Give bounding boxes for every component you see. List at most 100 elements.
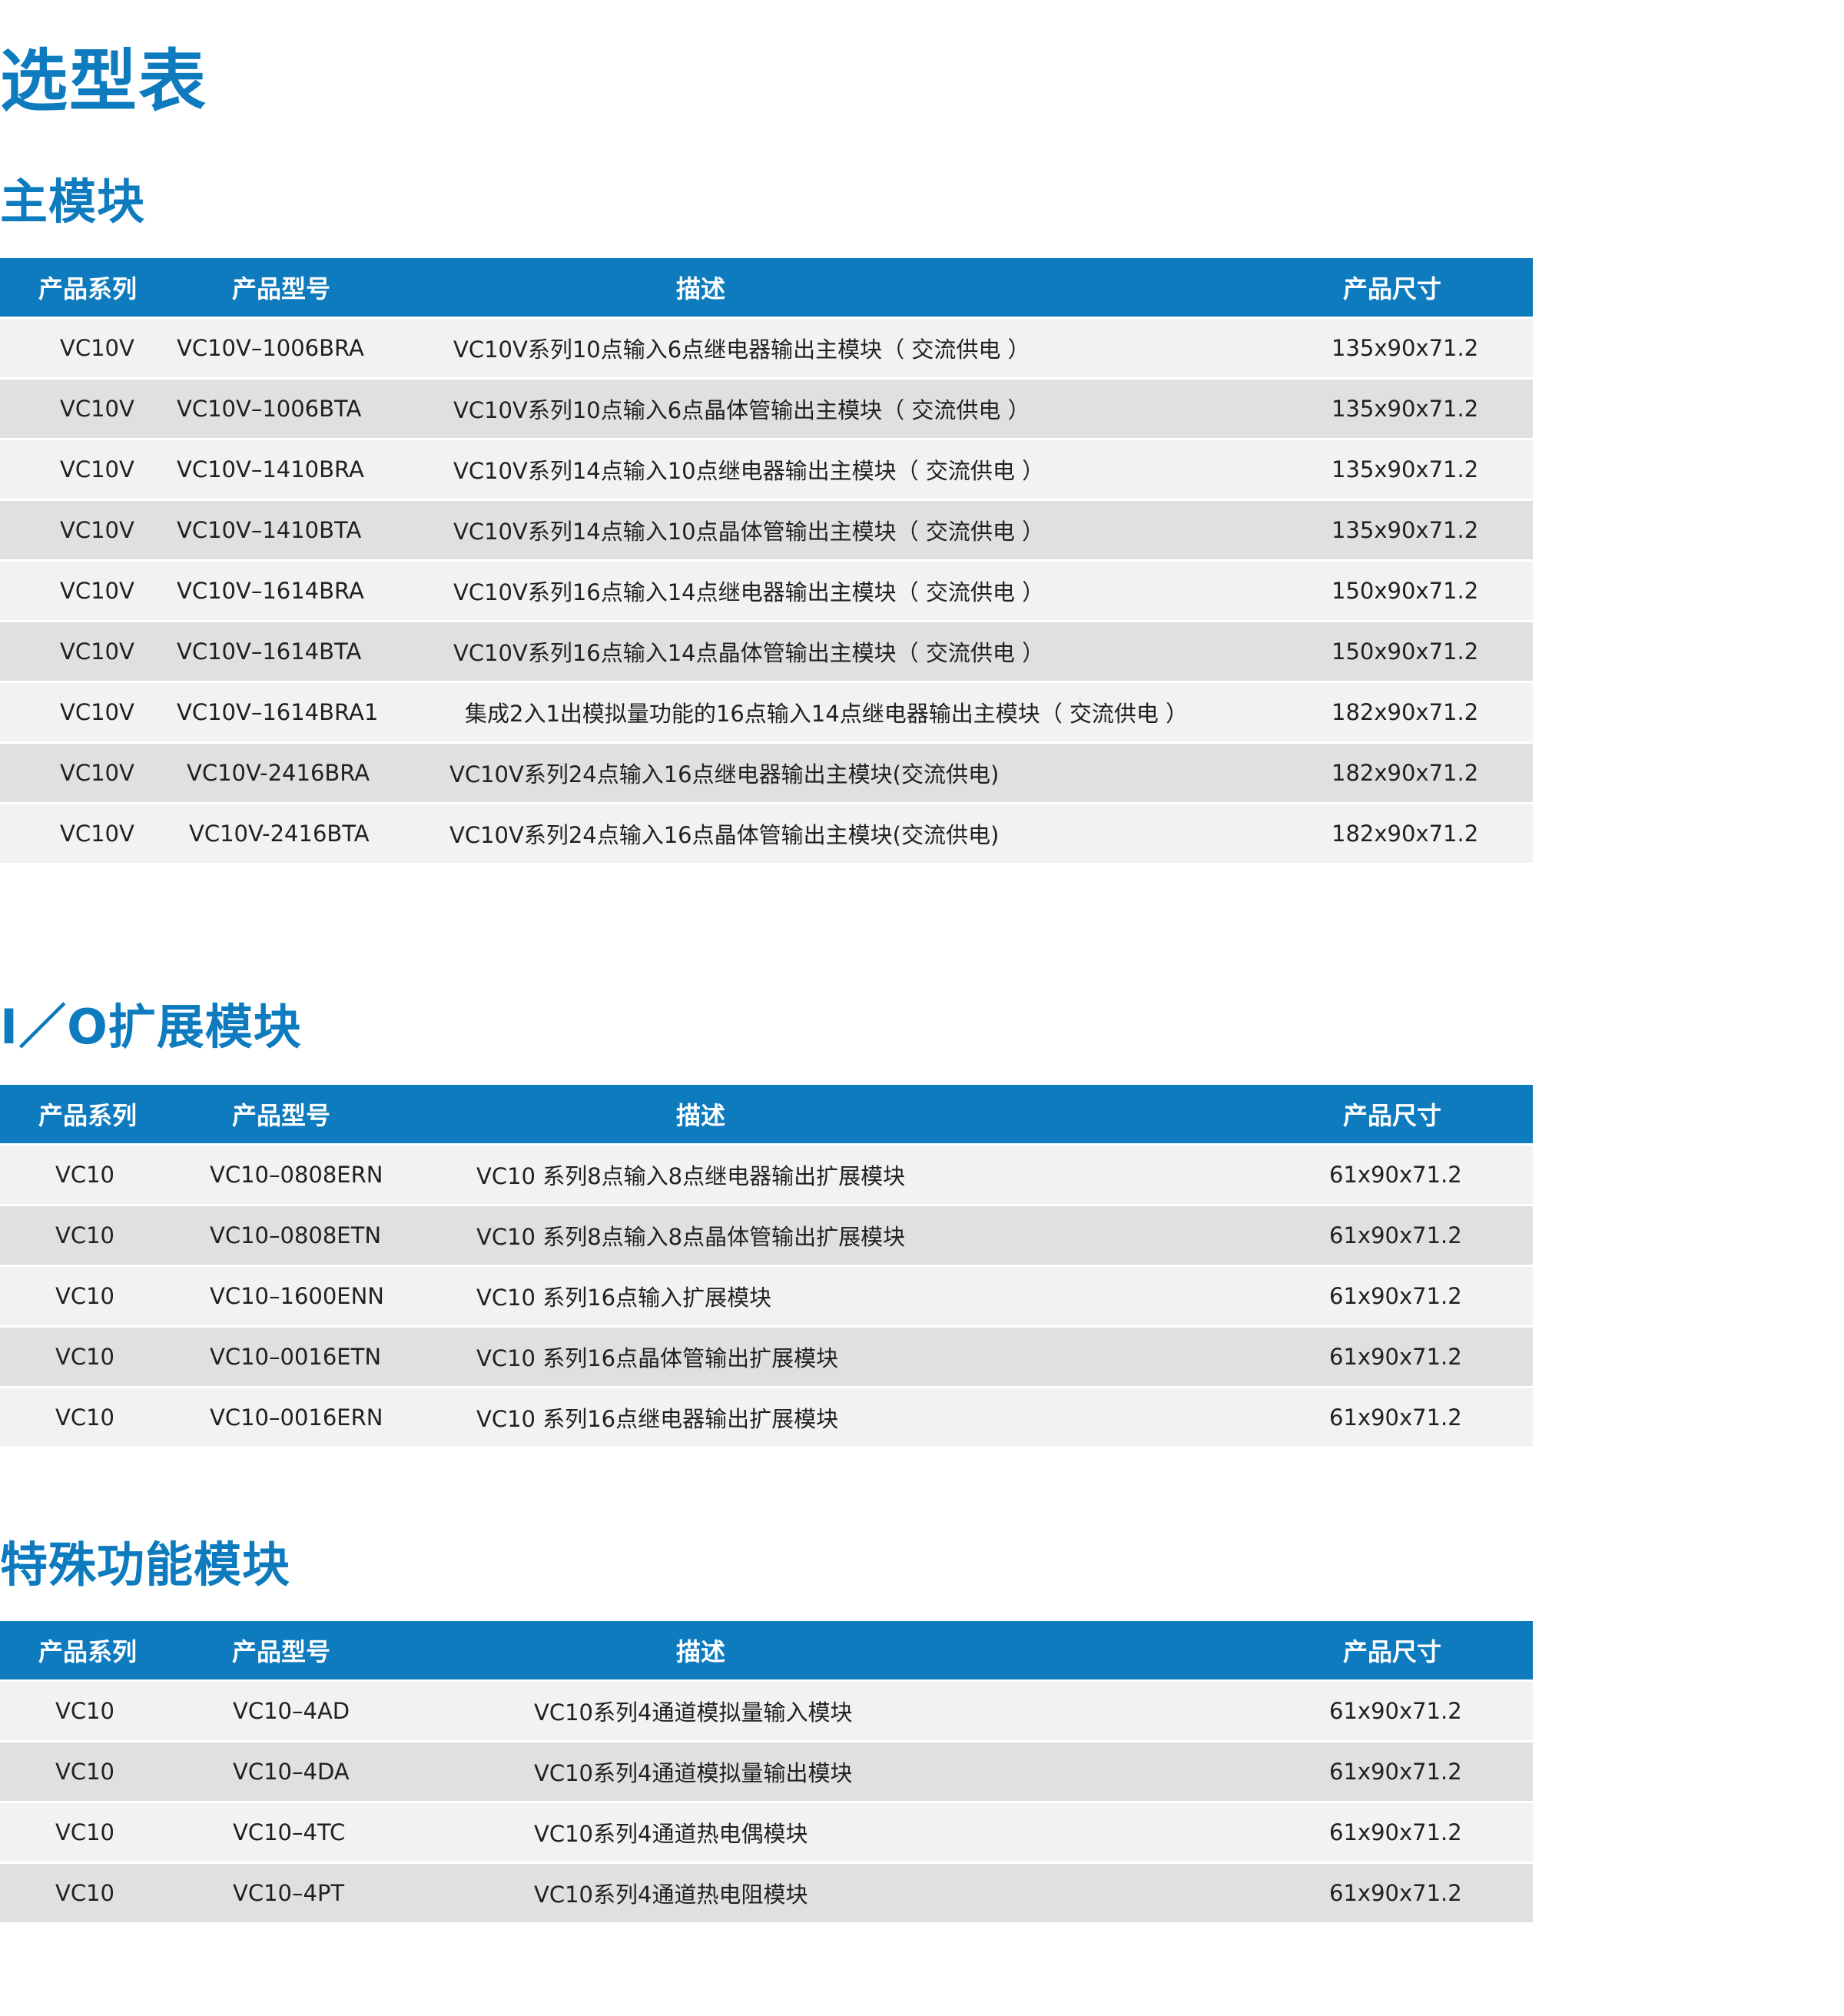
header-size: 产品尺寸 — [1343, 274, 1442, 303]
cell-description: VC10系列4通道模拟量输入模块 — [534, 1699, 853, 1726]
cell-series: VC10V — [60, 578, 134, 604]
section-title-special-function: 特殊功能模块 — [0, 1537, 291, 1593]
cell-series: VC10 — [55, 1819, 114, 1845]
cell-model: VC10V-2416BTA — [189, 821, 370, 847]
cell-series: VC10V — [60, 517, 134, 543]
cell-description: VC10V系列16点输入14点继电器输出主模块（ 交流供电 ） — [453, 579, 1045, 605]
cell-size: 61x90x71.2 — [1329, 1222, 1462, 1248]
cell-model: VC10–4TC — [233, 1819, 346, 1845]
cell-model: VC10V-2416BRA — [187, 760, 370, 786]
cell-description: VC10 系列16点继电器输出扩展模块 — [476, 1406, 839, 1432]
table-row: VC10 VC10–4PT VC10系列4通道热电阻模块 61x90x71.2 — [0, 1864, 1533, 1922]
header-description: 描述 — [676, 1101, 726, 1130]
cell-description: VC10V系列14点输入10点继电器输出主模块（ 交流供电 ） — [453, 458, 1045, 484]
cell-description: 集成2入1出模拟量功能的16点输入14点继电器输出主模块（ 交流供电 ） — [465, 701, 1189, 727]
cell-model: VC10–0016ERN — [210, 1404, 383, 1431]
table-row: VC10 VC10–0016ERN VC10 系列16点继电器输出扩展模块 61… — [0, 1388, 1533, 1447]
table-row: VC10V VC10V–1410BRA VC10V系列14点输入10点继电器输出… — [0, 440, 1533, 499]
cell-series: VC10 — [55, 1698, 114, 1724]
table-row: VC10 VC10–0016ETN VC10 系列16点晶体管输出扩展模块 61… — [0, 1328, 1533, 1386]
table-header: 产品系列 产品型号 描述 产品尺寸 — [0, 1085, 1533, 1143]
table-row: VC10V VC10V–1614BRA VC10V系列16点输入14点继电器输出… — [0, 562, 1533, 620]
cell-series: VC10 — [55, 1404, 114, 1431]
header-model: 产品型号 — [232, 1101, 331, 1130]
cell-model: VC10–0016ETN — [210, 1344, 382, 1370]
cell-description: VC10V系列24点输入16点晶体管输出主模块(交流供电) — [449, 822, 1000, 848]
cell-description: VC10V系列10点输入6点晶体管输出主模块（ 交流供电 ） — [453, 397, 1030, 423]
cell-size: 135x90x71.2 — [1332, 517, 1479, 543]
cell-model: VC10–4PT — [233, 1880, 345, 1906]
cell-series: VC10 — [55, 1759, 114, 1785]
cell-description: VC10系列4通道热电阻模块 — [534, 1882, 808, 1908]
cell-model: VC10–0808ERN — [210, 1162, 383, 1188]
cell-model: VC10V–1006BTA — [177, 396, 362, 422]
cell-series: VC10 — [55, 1344, 114, 1370]
cell-size: 61x90x71.2 — [1329, 1404, 1462, 1431]
io-expansion-table: 产品系列 产品型号 描述 产品尺寸 VC10 VC10–0808ERN VC10… — [0, 1085, 1533, 1447]
header-series: 产品系列 — [38, 1101, 138, 1130]
cell-model: VC10V–1410BRA — [177, 456, 364, 482]
cell-series: VC10V — [60, 699, 134, 725]
cell-description: VC10 系列16点输入扩展模块 — [476, 1285, 772, 1311]
cell-model: VC10V–1410BTA — [177, 517, 362, 543]
table-row: VC10 VC10–4AD VC10系列4通道模拟量输入模块 61x90x71.… — [0, 1682, 1533, 1740]
header-size: 产品尺寸 — [1343, 1637, 1442, 1666]
cell-size: 61x90x71.2 — [1329, 1698, 1462, 1724]
table-header: 产品系列 产品型号 描述 产品尺寸 — [0, 1621, 1533, 1679]
cell-description: VC10 系列16点晶体管输出扩展模块 — [476, 1345, 839, 1371]
cell-series: VC10 — [55, 1162, 114, 1188]
cell-series: VC10V — [60, 760, 134, 786]
table-row: VC10V VC10V–1614BTA VC10V系列16点输入14点晶体管输出… — [0, 622, 1533, 681]
header-description: 描述 — [676, 274, 726, 303]
table-row: VC10 VC10–0808ERN VC10 系列8点输入8点继电器输出扩展模块… — [0, 1146, 1533, 1204]
cell-model: VC10V–1614BRA — [177, 578, 364, 604]
cell-size: 135x90x71.2 — [1332, 456, 1479, 482]
cell-description: VC10V系列10点输入6点继电器输出主模块（ 交流供电 ） — [453, 337, 1030, 363]
table-row: VC10V VC10V-2416BRA VC10V系列24点输入16点继电器输出… — [0, 744, 1533, 802]
cell-size: 135x90x71.2 — [1332, 335, 1479, 361]
header-model: 产品型号 — [232, 274, 331, 303]
cell-size: 61x90x71.2 — [1329, 1759, 1462, 1785]
cell-description: VC10V系列24点输入16点继电器输出主模块(交流供电) — [449, 761, 1000, 788]
cell-model: VC10–0808ETN — [210, 1222, 382, 1248]
cell-model: VC10–4AD — [233, 1698, 350, 1724]
cell-series: VC10 — [55, 1222, 114, 1248]
cell-series: VC10V — [60, 396, 134, 422]
cell-model: VC10V–1614BTA — [177, 638, 362, 665]
table-row: VC10V VC10V–1006BRA VC10V系列10点输入6点继电器输出主… — [0, 319, 1533, 377]
cell-size: 182x90x71.2 — [1332, 760, 1479, 786]
cell-size: 61x90x71.2 — [1329, 1880, 1462, 1906]
cell-size: 150x90x71.2 — [1332, 638, 1479, 665]
cell-size: 182x90x71.2 — [1332, 821, 1479, 847]
table-row: VC10 VC10–0808ETN VC10 系列8点输入8点晶体管输出扩展模块… — [0, 1206, 1533, 1265]
section-title-main-modules: 主模块 — [0, 174, 146, 230]
main-modules-table: 产品系列 产品型号 描述 产品尺寸 VC10V VC10V–1006BRA VC… — [0, 258, 1533, 863]
section-title-io-expansion: I／O扩展模块 — [0, 999, 302, 1055]
header-series: 产品系列 — [38, 274, 138, 303]
cell-model: VC10–4DA — [233, 1759, 350, 1785]
header-series: 产品系列 — [38, 1637, 138, 1666]
cell-model: VC10V–1614BRA1 — [177, 699, 379, 725]
cell-series: VC10V — [60, 821, 134, 847]
table-row: VC10V VC10V–1410BTA VC10V系列14点输入10点晶体管输出… — [0, 501, 1533, 559]
cell-description: VC10系列4通道热电偶模块 — [534, 1821, 808, 1847]
cell-size: 61x90x71.2 — [1329, 1819, 1462, 1845]
page-title: 选型表 — [0, 41, 208, 121]
table-row: VC10 VC10–4DA VC10系列4通道模拟量输出模块 61x90x71.… — [0, 1742, 1533, 1801]
header-description: 描述 — [676, 1637, 726, 1666]
table-header: 产品系列 产品型号 描述 产品尺寸 — [0, 258, 1533, 317]
cell-model: VC10–1600ENN — [210, 1283, 385, 1309]
cell-size: 61x90x71.2 — [1329, 1344, 1462, 1370]
cell-description: VC10 系列8点输入8点晶体管输出扩展模块 — [476, 1224, 906, 1250]
cell-series: VC10V — [60, 335, 134, 361]
cell-series: VC10V — [60, 638, 134, 665]
table-row: VC10V VC10V–1614BRA1 集成2入1出模拟量功能的16点输入14… — [0, 683, 1533, 741]
cell-series: VC10 — [55, 1880, 114, 1906]
cell-size: 61x90x71.2 — [1329, 1162, 1462, 1188]
header-size: 产品尺寸 — [1343, 1101, 1442, 1130]
cell-description: VC10 系列8点输入8点继电器输出扩展模块 — [476, 1163, 906, 1189]
table-row: VC10V VC10V-2416BTA VC10V系列24点输入16点晶体管输出… — [0, 804, 1533, 863]
cell-model: VC10V–1006BRA — [177, 335, 364, 361]
special-function-table: 产品系列 产品型号 描述 产品尺寸 VC10 VC10–4AD VC10系列4通… — [0, 1621, 1533, 1922]
cell-series: VC10 — [55, 1283, 114, 1309]
